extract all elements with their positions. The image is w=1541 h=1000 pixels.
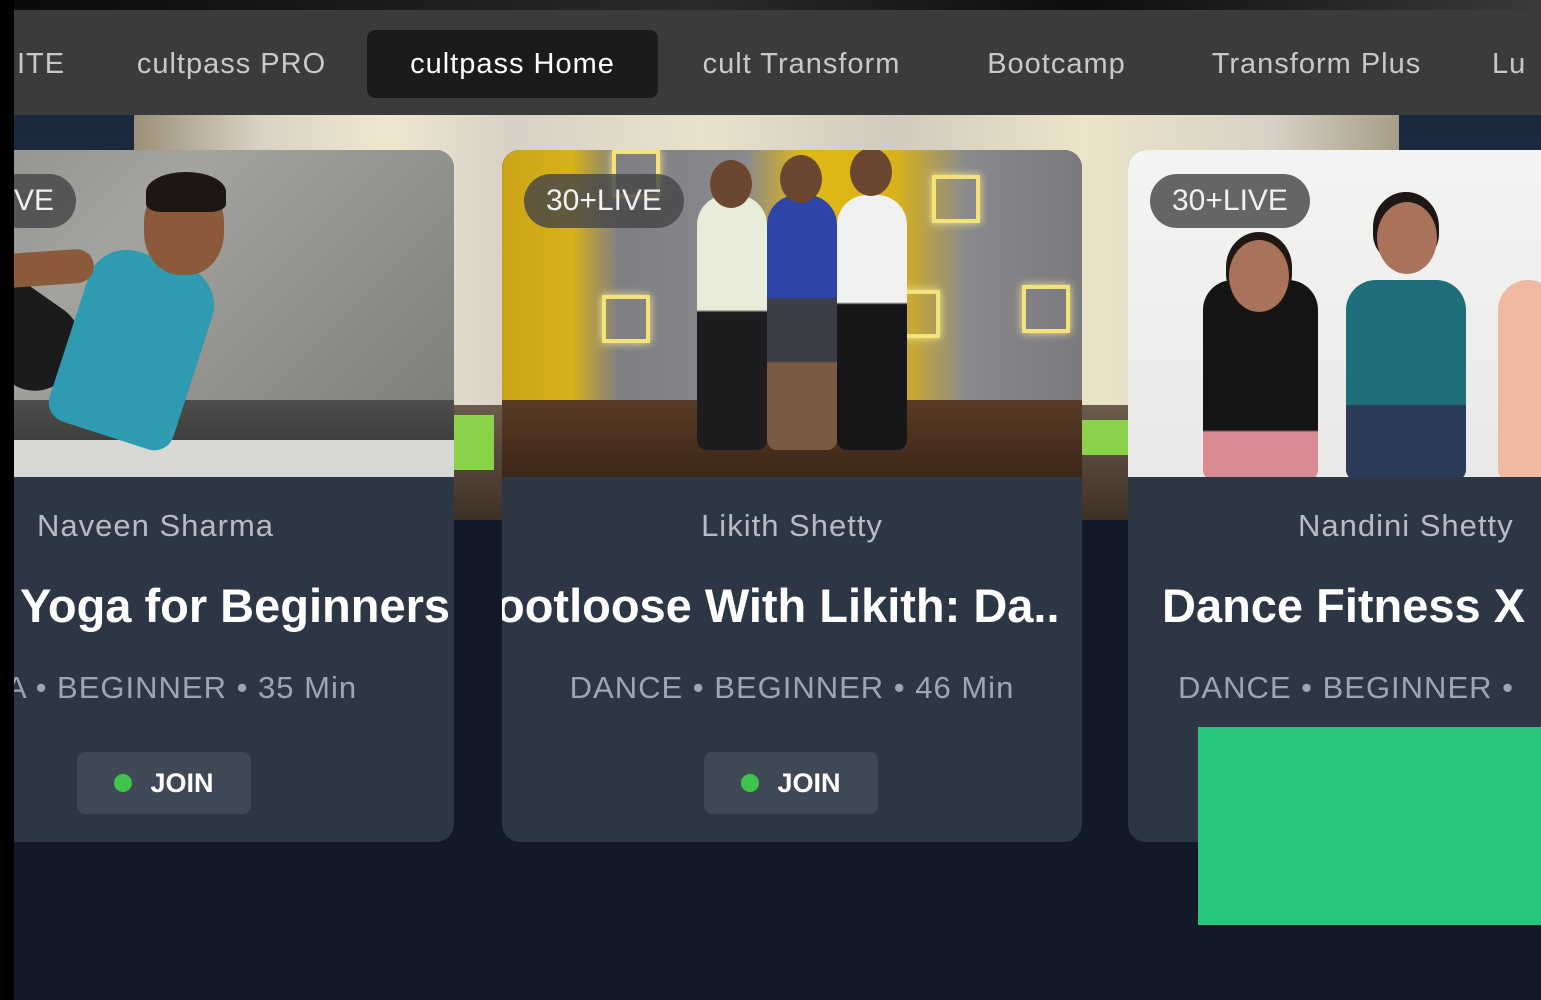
- class-meta: A • BEGINNER • 35 Min: [14, 670, 358, 705]
- live-count-badge: 30+LIVE: [524, 174, 684, 228]
- live-dot-icon: [114, 774, 133, 792]
- live-count-badge: VE: [14, 174, 77, 228]
- coach-name: Nandini Shetty: [1298, 508, 1514, 543]
- green-overlay-block: [1198, 727, 1541, 925]
- tab-bootcamp[interactable]: Bootcamp: [969, 30, 1144, 98]
- tab-ite[interactable]: ITE: [14, 30, 76, 98]
- live-dot-icon: [741, 774, 760, 792]
- coach-name: Likith Shetty: [701, 508, 883, 543]
- tab-cultpass-pro[interactable]: cultpass PRO: [124, 30, 339, 98]
- coach-name: Naveen Sharma: [37, 508, 275, 543]
- left-edge: [0, 0, 14, 1000]
- tab-transform-plus[interactable]: Transform Plus: [1194, 30, 1439, 98]
- class-title: ootloose With Likith: Da..: [502, 579, 1060, 632]
- class-title: Dance Fitness X: [1162, 579, 1526, 632]
- category-tab-bar: ITE cultpass PRO cultpass Home cult Tran…: [14, 10, 1541, 115]
- join-button[interactable]: JOIN: [704, 752, 878, 814]
- class-title: Yoga for Beginners: [20, 579, 451, 632]
- class-meta: DANCE • BEGINNER • 46 Min: [569, 670, 1015, 705]
- join-label: JOIN: [150, 767, 214, 798]
- class-card-dance[interactable]: 30+LIVE Likith Shetty ootloose With Liki…: [502, 150, 1082, 842]
- top-edge: [14, 0, 1541, 10]
- tab-lux[interactable]: Lu: [1492, 30, 1541, 98]
- join-button[interactable]: JOIN: [77, 752, 251, 814]
- tab-cult-transform[interactable]: cult Transform: [684, 30, 919, 98]
- class-meta: DANCE • BEGINNER •: [1178, 670, 1514, 705]
- class-card-yoga[interactable]: VE Naveen Sharma Yoga for Beginners A • …: [14, 150, 454, 842]
- live-count-badge: 30+LIVE: [1150, 174, 1310, 228]
- tab-cultpass-home[interactable]: cultpass Home: [367, 30, 658, 98]
- class-thumbnail-image: [14, 150, 454, 477]
- join-label: JOIN: [777, 767, 841, 798]
- app-screen: ITE cultpass PRO cultpass Home cult Tran…: [0, 0, 1541, 1000]
